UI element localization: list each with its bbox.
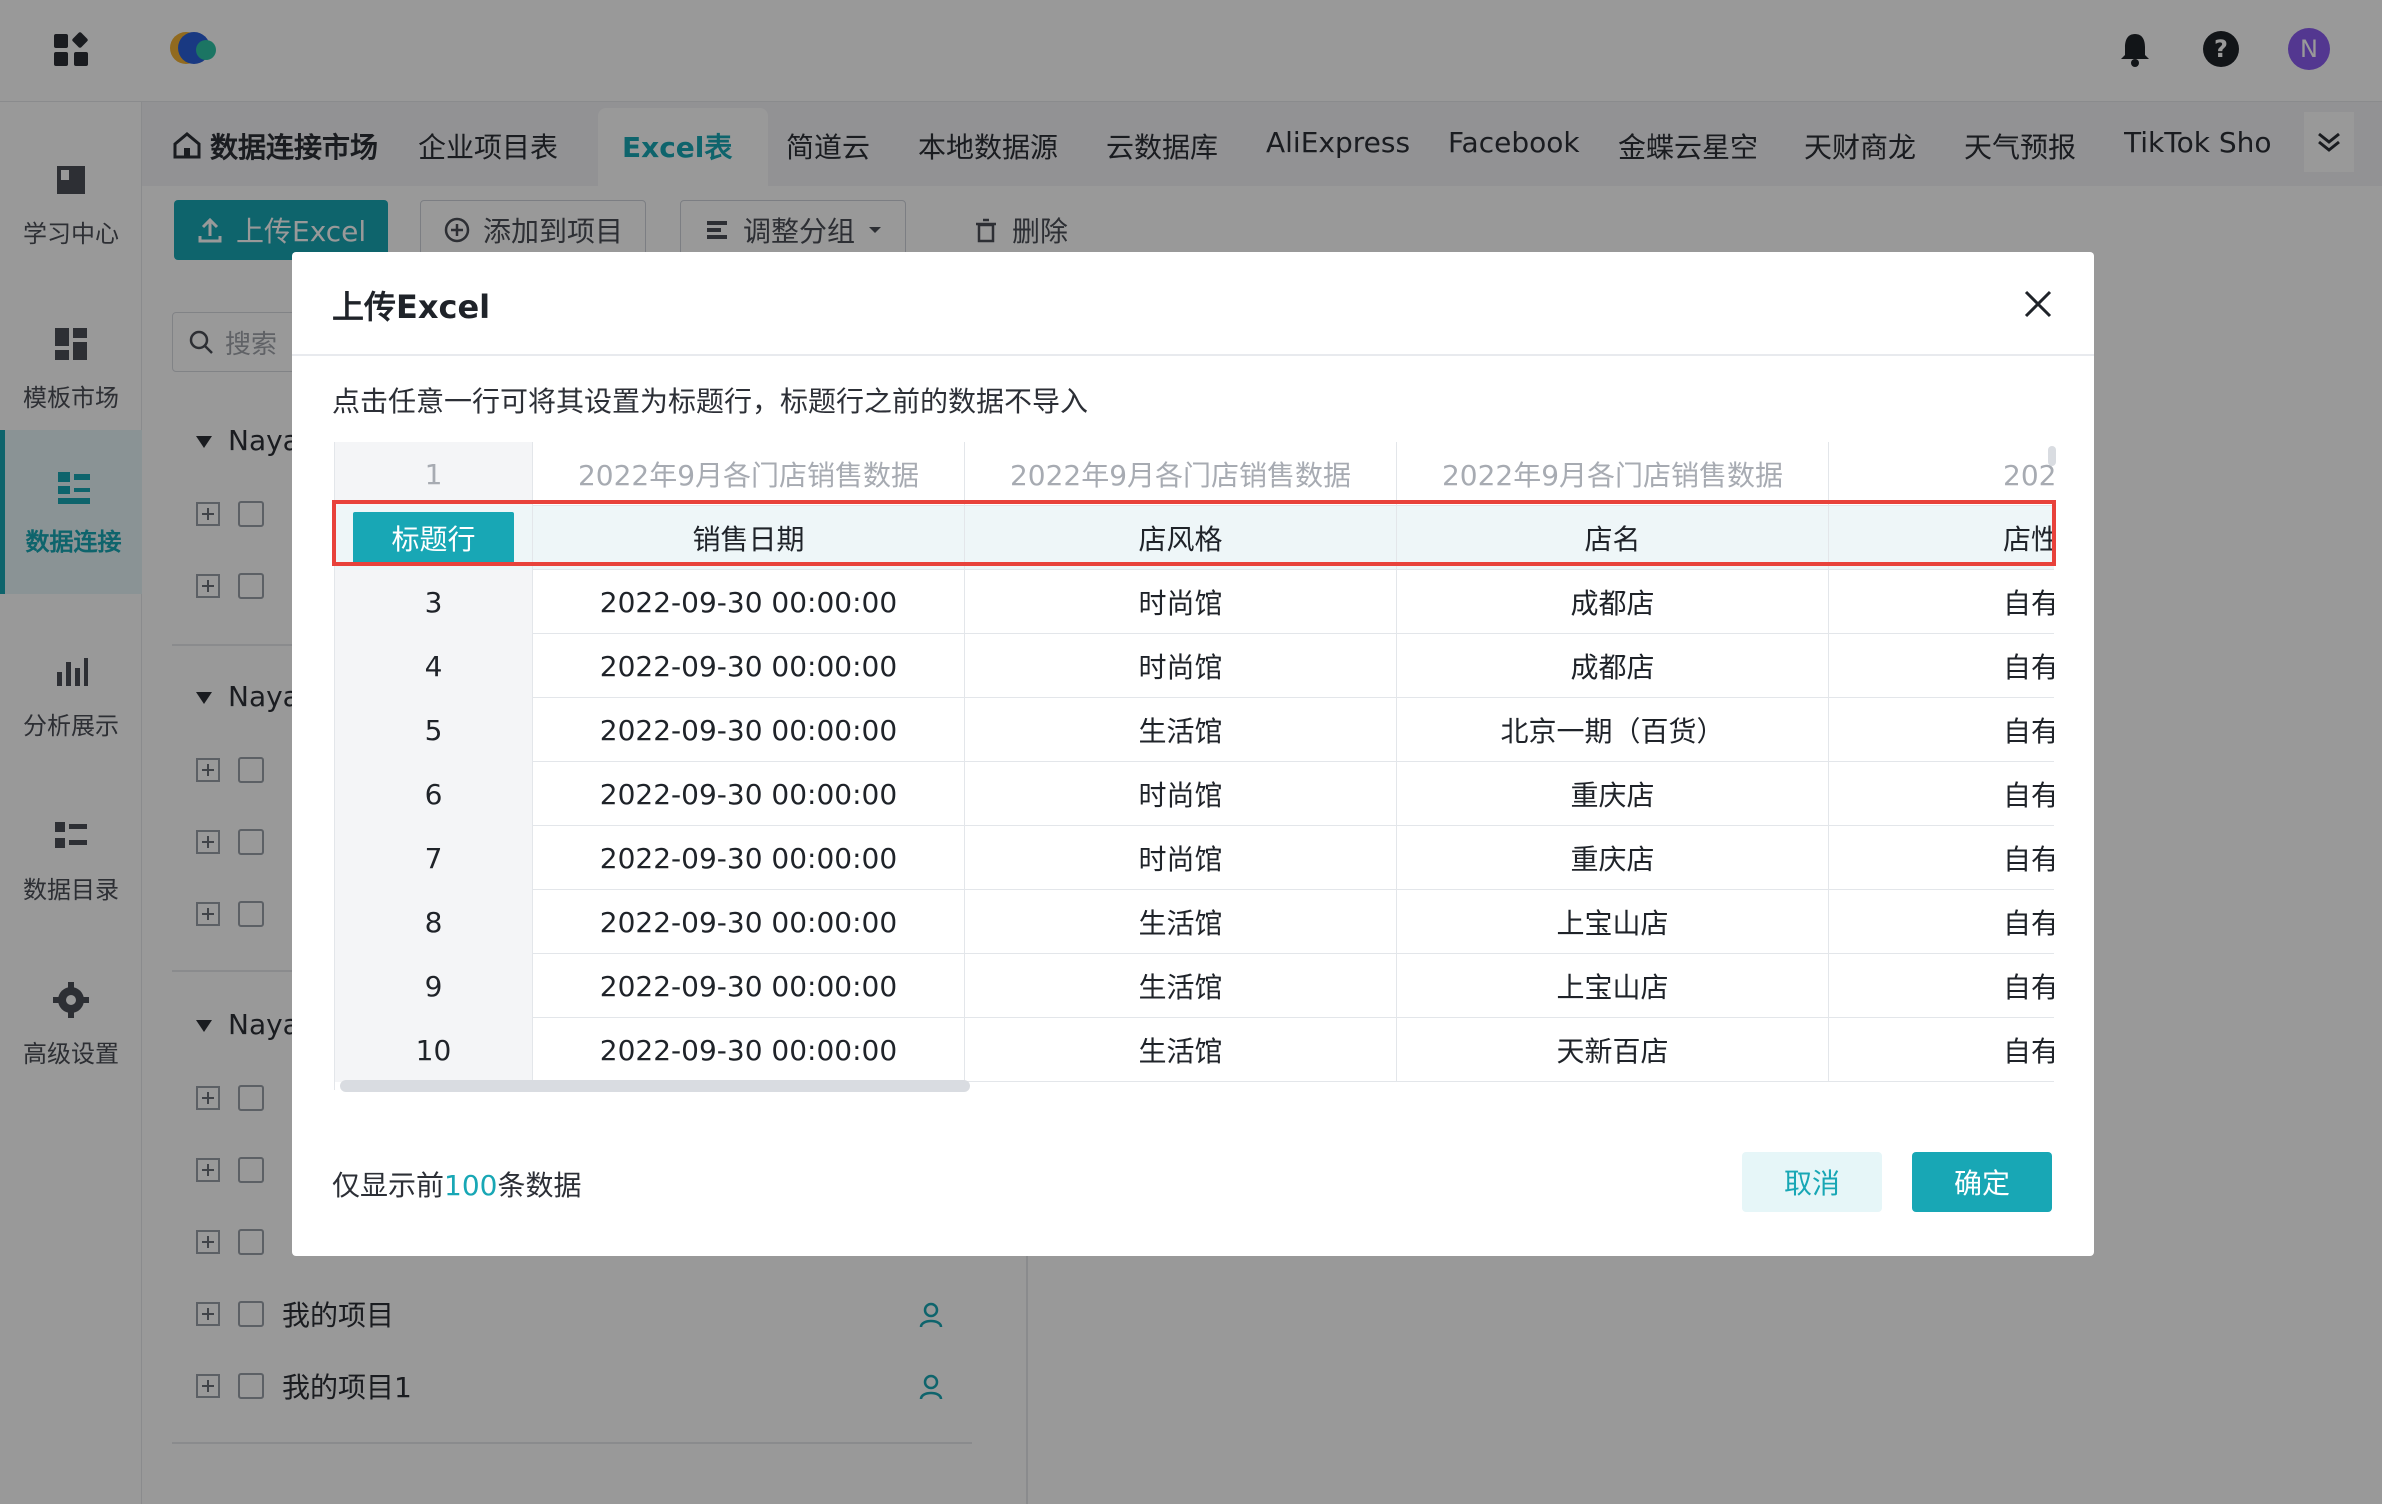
table-row[interactable]: 1 2022年9月各门店销售数据 2022年9月各门店销售数据 2022年9月各… <box>335 442 2054 506</box>
table-row[interactable]: 5 2022-09-30 00:00:00 生活馆 北京一期（百货） 自有 <box>335 698 2054 762</box>
table-cell: 2022年9月各门店销售数据 <box>1397 442 1829 506</box>
row-number: 6 <box>335 762 533 826</box>
preview-table: 1 2022年9月各门店销售数据 2022年9月各门店销售数据 2022年9月各… <box>334 442 2054 1090</box>
row-number: 3 <box>335 570 533 634</box>
table-cell: 生活馆 <box>965 698 1397 762</box>
header-row-marker: 标题行 <box>335 506 533 570</box>
table-cell: 上宝山店 <box>1397 890 1829 954</box>
row-number: 1 <box>335 442 533 506</box>
table-cell: 天新百店 <box>1397 1018 1829 1082</box>
header-row-badge: 标题行 <box>353 512 514 564</box>
note-prefix: 仅显示前 <box>332 1169 445 1202</box>
close-icon[interactable] <box>2020 286 2056 322</box>
upload-excel-dialog: 上传Excel 点击任意一行可将其设置为标题行，标题行之前的数据不导入 1 20… <box>292 252 2094 1256</box>
table-cell: 自有 <box>1829 634 2054 698</box>
table-cell: 2022-09-30 00:00:00 <box>533 826 965 890</box>
table-cell: 2022-09-30 00:00:00 <box>533 954 965 1018</box>
table-cell: 自有 <box>1829 890 2054 954</box>
table-cell: 2022-09-30 00:00:00 <box>533 634 965 698</box>
table-cell: 生活馆 <box>965 954 1397 1018</box>
note-suffix: 条数据 <box>497 1169 582 1202</box>
table-cell: 店风格 <box>965 506 1397 570</box>
table-cell: 时尚馆 <box>965 570 1397 634</box>
table-cell: 2022-09-30 00:00:00 <box>533 762 965 826</box>
confirm-button[interactable]: 确定 <box>1912 1152 2052 1212</box>
table-cell: 时尚馆 <box>965 826 1397 890</box>
row-number: 8 <box>335 890 533 954</box>
table-row[interactable]: 9 2022-09-30 00:00:00 生活馆 上宝山店 自有 <box>335 954 2054 1018</box>
table-row[interactable]: 6 2022-09-30 00:00:00 时尚馆 重庆店 自有 <box>335 762 2054 826</box>
table-cell: 自有 <box>1829 570 2054 634</box>
table-cell: 自有 <box>1829 826 2054 890</box>
table-row[interactable]: 7 2022-09-30 00:00:00 时尚馆 重庆店 自有 <box>335 826 2054 890</box>
row-number: 10 <box>335 1018 533 1082</box>
table-row[interactable]: 10 2022-09-30 00:00:00 生活馆 天新百店 自有 <box>335 1018 2054 1082</box>
table-cell: 2022年9月各门店销售数据 <box>533 442 965 506</box>
table-cell: 销售日期 <box>533 506 965 570</box>
table-row[interactable]: 3 2022-09-30 00:00:00 时尚馆 成都店 自有 <box>335 570 2054 634</box>
table-cell: 生活馆 <box>965 1018 1397 1082</box>
table-cell: 时尚馆 <box>965 762 1397 826</box>
cancel-button[interactable]: 取消 <box>1742 1152 1882 1212</box>
row-number: 9 <box>335 954 533 1018</box>
table-cell: 2022年9月各门 <box>1829 442 2054 506</box>
note-count: 100 <box>444 1169 498 1202</box>
table-cell: 北京一期（百货） <box>1397 698 1829 762</box>
table-cell: 上宝山店 <box>1397 954 1829 1018</box>
table-cell: 2022-09-30 00:00:00 <box>533 698 965 762</box>
table-cell: 自有 <box>1829 954 2054 1018</box>
table-cell: 2022年9月各门店销售数据 <box>965 442 1397 506</box>
table-cell: 自有 <box>1829 762 2054 826</box>
table-cell: 重庆店 <box>1397 762 1829 826</box>
dialog-hint: 点击任意一行可将其设置为标题行，标题行之前的数据不导入 <box>332 385 1089 418</box>
horizontal-scrollbar[interactable] <box>340 1080 970 1092</box>
dialog-divider <box>292 354 2094 356</box>
table-cell: 成都店 <box>1397 634 1829 698</box>
dialog-title: 上传Excel <box>332 288 491 326</box>
table-cell: 2022-09-30 00:00:00 <box>533 570 965 634</box>
vertical-scrollbar[interactable] <box>2048 446 2056 466</box>
row-limit-note: 仅显示前100条数据 <box>332 1164 581 1204</box>
table-cell: 生活馆 <box>965 890 1397 954</box>
table-cell: 店性 <box>1829 506 2054 570</box>
table-row[interactable]: 8 2022-09-30 00:00:00 生活馆 上宝山店 自有 <box>335 890 2054 954</box>
table-cell: 自有 <box>1829 698 2054 762</box>
table-cell: 2022-09-30 00:00:00 <box>533 1018 965 1082</box>
table-cell: 时尚馆 <box>965 634 1397 698</box>
table-cell: 2022-09-30 00:00:00 <box>533 890 965 954</box>
table-row[interactable]: 4 2022-09-30 00:00:00 时尚馆 成都店 自有 <box>335 634 2054 698</box>
table-cell: 自有 <box>1829 1018 2054 1082</box>
table-cell: 成都店 <box>1397 570 1829 634</box>
row-number: 7 <box>335 826 533 890</box>
table-cell: 店名 <box>1397 506 1829 570</box>
table-row-header[interactable]: 标题行 销售日期 店风格 店名 店性 <box>335 506 2054 570</box>
row-number: 4 <box>335 634 533 698</box>
row-number: 5 <box>335 698 533 762</box>
table-cell: 重庆店 <box>1397 826 1829 890</box>
